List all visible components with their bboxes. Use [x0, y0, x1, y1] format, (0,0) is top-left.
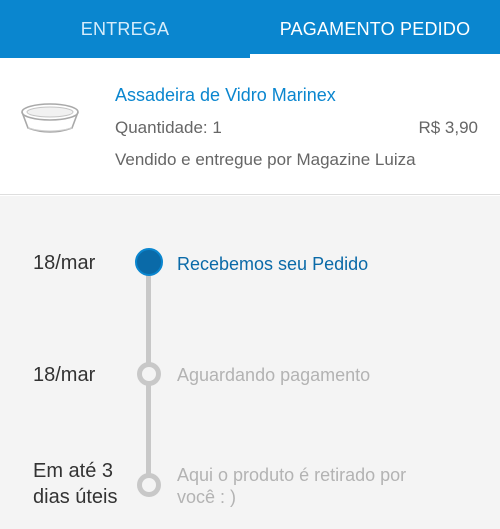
product-card: Assadeira de Vidro Marinex Quantidade: 1…	[0, 58, 500, 195]
step-3-status-dot	[137, 473, 161, 497]
product-price: R$ 3,90	[418, 118, 478, 137]
step-3-date: Em até 3 dias úteis	[33, 458, 118, 510]
step-2-date: 18/mar	[33, 364, 96, 386]
step-1-status-dot	[135, 248, 163, 276]
product-name[interactable]: Assadeira de Vidro Marinex	[115, 85, 336, 106]
step-3-label: Aqui o produto é retirado por você : )	[177, 464, 406, 508]
order-timeline: 18/mar Recebemos seu Pedido 18/mar Aguar…	[0, 196, 500, 529]
tab-entrega[interactable]: ENTREGA	[0, 0, 250, 58]
step-3-label-line2: você : )	[177, 487, 237, 507]
tab-bar: ENTREGA PAGAMENTO PEDIDO	[0, 0, 500, 58]
glass-baking-dish-icon	[21, 103, 79, 133]
step-3-date-line2: dias úteis	[33, 486, 118, 508]
step-2-status-dot	[137, 362, 161, 386]
step-1-label: Recebemos seu Pedido	[177, 254, 369, 274]
product-quantity: Quantidade: 1	[115, 118, 222, 137]
step-3-label-line1: Aqui o produto é retirado por	[177, 465, 407, 485]
product-seller: Vendido e entregue por Magazine Luiza	[115, 150, 416, 169]
tab-pagamento-pedido[interactable]: PAGAMENTO PEDIDO	[250, 0, 500, 58]
step-2-label: Aguardando pagamento	[177, 365, 371, 385]
step-1-date: 18/mar	[33, 252, 96, 274]
step-3-date-line1: Em até 3	[33, 460, 114, 482]
